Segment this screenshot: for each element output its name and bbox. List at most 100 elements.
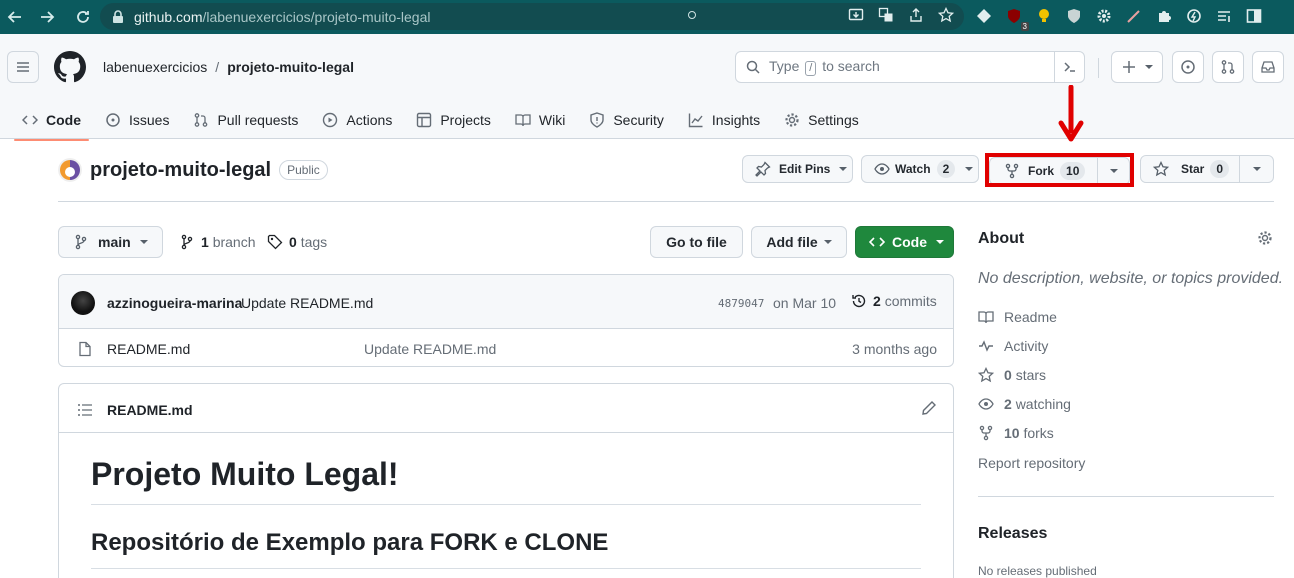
tab-code-label: Code (46, 112, 81, 128)
red-highlight-annotation (985, 153, 1134, 187)
share-icon[interactable] (908, 7, 924, 23)
reload-button[interactable] (68, 0, 98, 34)
search-input[interactable]: Type / to search (735, 51, 1085, 83)
issues-shortcut-button[interactable] (1172, 51, 1204, 83)
commit-count-label: commits (884, 293, 937, 309)
ublock-icon[interactable]: 3 (1005, 7, 1029, 31)
sidebar-item-readme[interactable]: Readme (978, 309, 1057, 325)
file-list: azzinogueira-marina Update README.md 487… (58, 274, 954, 367)
star-dropdown-button[interactable] (1240, 167, 1273, 171)
branch-name: main (98, 234, 131, 250)
tab-insights[interactable]: Insights (680, 100, 768, 140)
tag-count: 0 (289, 234, 297, 250)
repo-owner-avatar[interactable] (58, 158, 82, 182)
branch-select-button[interactable]: main (58, 226, 163, 258)
book-icon (515, 114, 531, 127)
edit-pins-button[interactable]: Edit Pins (742, 155, 853, 183)
tab-actions[interactable]: Actions (314, 100, 400, 140)
readme-panel: README.md Projeto Muito Legal! Repositór… (58, 383, 954, 578)
hamburger-icon (17, 62, 29, 72)
inbox-button[interactable] (1252, 51, 1284, 83)
sidebar-divider (978, 496, 1274, 497)
report-repository-link[interactable]: Report repository (978, 455, 1085, 471)
tab-issues[interactable]: Issues (97, 100, 177, 140)
star-icon (1153, 161, 1169, 177)
branch-count: 1 (201, 234, 209, 250)
sidebar-item-forks[interactable]: 10 forks (978, 425, 1054, 441)
tab-pull-requests[interactable]: Pull requests (185, 100, 306, 140)
tab-code[interactable]: Code (14, 100, 89, 141)
go-to-file-button[interactable]: Go to file (650, 226, 743, 258)
tab-settings[interactable]: Settings (776, 100, 867, 140)
tab-security[interactable]: Security (581, 100, 672, 140)
repo-name[interactable]: projeto-muito-legal (90, 159, 271, 182)
add-file-label: Add file (766, 234, 818, 250)
tags-link[interactable]: 0 tags (267, 234, 327, 250)
url-text: github.com/labenuexercicios/projeto-muit… (134, 9, 431, 25)
about-title: About (978, 230, 1025, 247)
translate-icon[interactable] (878, 7, 894, 23)
pen-extension-icon[interactable] (1125, 7, 1143, 25)
search-icon (745, 59, 761, 75)
shield-extension-icon[interactable] (1065, 7, 1083, 25)
breadcrumb-separator: / (215, 59, 220, 75)
tab-projects-label: Projects (440, 112, 491, 128)
table-icon (417, 112, 432, 128)
menu-button[interactable] (7, 51, 39, 83)
file-name[interactable]: README.md (107, 341, 190, 357)
chevron-down-icon (823, 240, 832, 244)
add-file-button[interactable]: Add file (751, 226, 847, 258)
list-unordered-icon[interactable] (77, 402, 93, 418)
sidebar-item-label: watching (1015, 396, 1071, 412)
file-age: 3 months ago (852, 341, 937, 357)
commit-author[interactable]: azzinogueira-marina (107, 295, 242, 311)
commits-link[interactable]: 2 commits (851, 293, 937, 309)
commit-sha[interactable]: 4879047 (718, 297, 764, 310)
repo-title: projeto-muito-legal Public (58, 158, 328, 182)
tab-pull-requests-label: Pull requests (217, 112, 299, 128)
forward-button[interactable] (32, 0, 62, 34)
star-button[interactable]: Star 0 (1140, 155, 1274, 183)
url-host: github.com (134, 8, 203, 25)
tab-settings-label: Settings (808, 112, 859, 128)
side-panel-icon[interactable] (1245, 7, 1263, 25)
pull-request-icon (195, 113, 208, 127)
file-commit-message[interactable]: Update README.md (364, 341, 496, 357)
branches-link[interactable]: 1 branch (179, 234, 256, 250)
avatar[interactable] (71, 291, 95, 315)
red-arrow-annotation-icon (1058, 85, 1084, 142)
pencil-icon[interactable] (921, 400, 937, 416)
commit-message[interactable]: Update README.md (241, 295, 373, 311)
sync-icon[interactable] (1185, 7, 1203, 25)
puzzle-icon[interactable] (1155, 7, 1173, 25)
readme-filename[interactable]: README.md (107, 402, 193, 418)
watch-button[interactable]: Watch 2 (861, 155, 979, 183)
bookmark-star-icon[interactable] (938, 7, 954, 23)
tab-wiki[interactable]: Wiki (507, 100, 573, 140)
watch-label: Watch (895, 162, 931, 176)
extension-diamond-icon[interactable] (975, 7, 993, 25)
releases-title[interactable]: Releases (978, 525, 1047, 543)
lightbulb-icon[interactable] (1035, 7, 1053, 25)
install-app-icon[interactable] (848, 7, 864, 23)
reload-icon (77, 11, 89, 23)
eye-icon (874, 163, 890, 175)
sidebar-item-stars[interactable]: 0 stars (978, 367, 1046, 383)
owner-link[interactable]: labenuexercicios (103, 59, 207, 75)
file-icon (77, 341, 93, 357)
gear-icon[interactable] (1257, 230, 1273, 246)
tab-projects[interactable]: Projects (408, 100, 499, 140)
create-new-button[interactable] (1111, 51, 1163, 83)
sidebar-item-watching[interactable]: 2 watching (978, 396, 1071, 412)
github-logo-icon[interactable] (54, 51, 86, 83)
address-bar[interactable]: github.com/labenuexercicios/projeto-muit… (100, 3, 964, 30)
sidebar-item-activity[interactable]: Activity (978, 338, 1048, 354)
back-button[interactable] (0, 0, 30, 34)
inbox-icon (1261, 61, 1275, 73)
command-palette-button[interactable] (1054, 52, 1084, 82)
gear-extension-icon[interactable] (1095, 7, 1113, 25)
code-button[interactable]: Code (855, 226, 954, 258)
repo-link[interactable]: projeto-muito-legal (227, 59, 354, 75)
reading-list-icon[interactable] (1215, 7, 1233, 25)
pull-requests-shortcut-button[interactable] (1212, 51, 1244, 83)
